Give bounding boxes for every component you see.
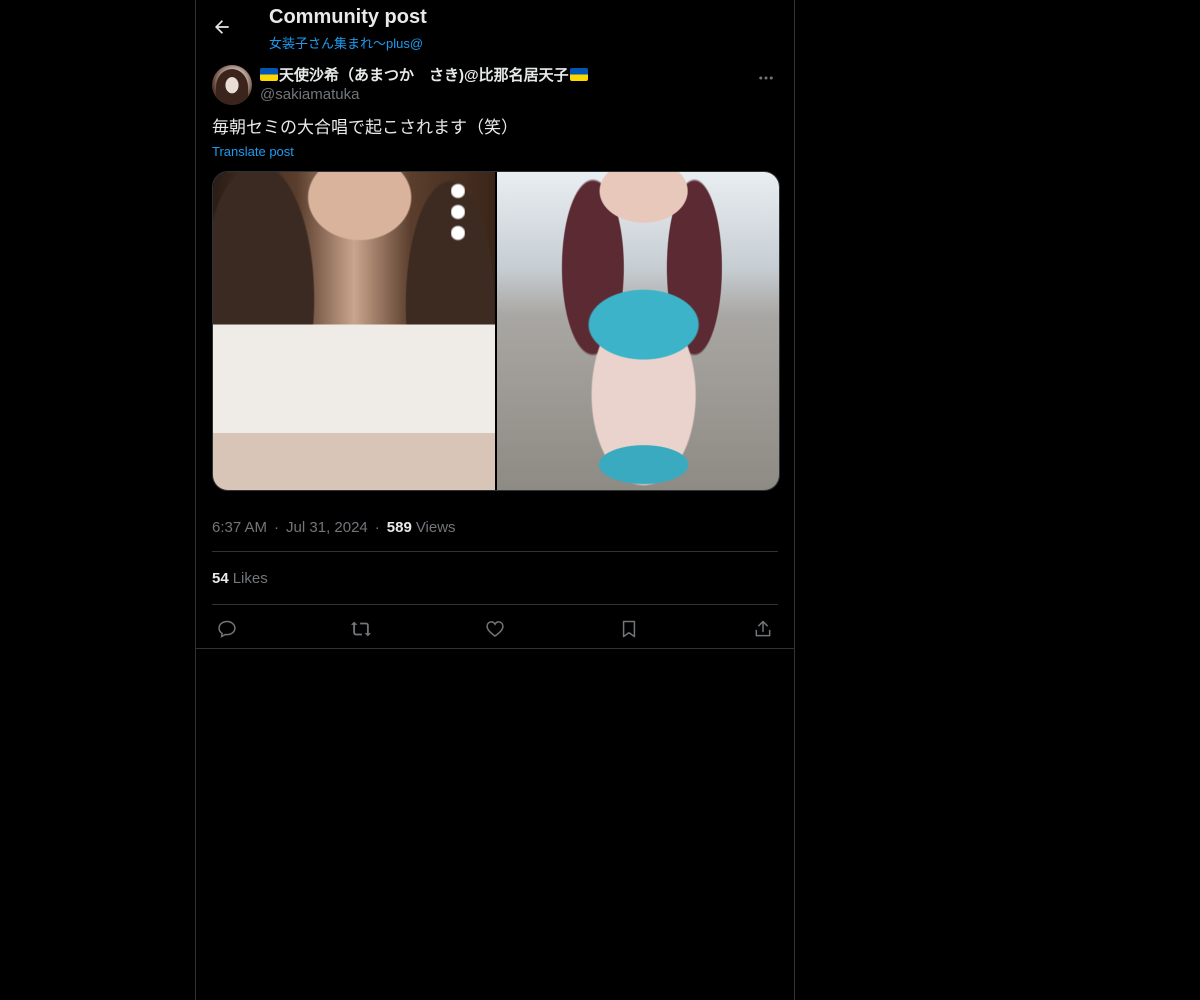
likes-count: 54 [212, 569, 229, 587]
heart-icon [486, 621, 504, 638]
repost-icon [350, 621, 372, 637]
post-divider [196, 648, 794, 649]
share-button[interactable] [752, 618, 774, 640]
post-author-row: 天使沙希（あまつか さき)@比那名居天子 @sakiamatuka [212, 64, 778, 112]
community-link[interactable]: 女装子さん集まれ〜plus@ [269, 33, 423, 52]
more-horizontal-icon [759, 76, 773, 80]
main-column: Community post 女装子さん集まれ〜plus@ 天使沙希（あまつか … [195, 0, 795, 1000]
repost-button[interactable] [350, 618, 372, 640]
post-date[interactable]: Jul 31, 2024 [286, 519, 368, 536]
reply-button[interactable] [216, 618, 238, 640]
share-icon [755, 620, 771, 637]
post-photo-2[interactable] [497, 172, 779, 490]
translate-post-link[interactable]: Translate post [212, 144, 294, 159]
views-count: 589 [386, 518, 412, 536]
page-title: Community post [269, 6, 427, 28]
post-time[interactable]: 6:37 AM [212, 519, 267, 536]
likes-row[interactable]: 54 Likes [212, 552, 778, 605]
post-photo-1[interactable] [213, 172, 495, 490]
page-header: Community post 女装子さん集まれ〜plus@ [196, 0, 794, 54]
post: 天使沙希（あまつか さき)@比那名居天子 @sakiamatuka 毎朝セミの大… [196, 64, 794, 653]
avatar[interactable] [212, 65, 252, 105]
likes-label: Likes [232, 569, 268, 587]
separator: · [274, 518, 280, 536]
post-text: 毎朝セミの大合唱で起こされます（笑） [212, 118, 518, 137]
post-actions [212, 605, 778, 653]
ukraine-flag-icon [260, 68, 278, 81]
post-media [212, 171, 780, 491]
back-button[interactable] [207, 12, 237, 42]
author-name[interactable]: 天使沙希（あまつか さき)@比那名居天子 [260, 64, 588, 85]
post-meta: 6:37 AM · Jul 31, 2024 · 589 Views [212, 507, 778, 552]
separator: · [374, 518, 380, 536]
bookmark-button[interactable] [618, 618, 640, 640]
ukraine-flag-icon [569, 68, 588, 81]
author-handle[interactable]: @sakiamatuka [260, 86, 359, 103]
more-button[interactable] [754, 66, 778, 90]
views-label: Views [415, 518, 456, 536]
like-button[interactable] [484, 618, 506, 640]
arrow-left-icon [215, 20, 229, 34]
bookmark-icon [622, 620, 636, 638]
author-name-text: 天使沙希（あまつか さき)@比那名居天子 [279, 67, 569, 84]
reply-icon [218, 620, 236, 638]
